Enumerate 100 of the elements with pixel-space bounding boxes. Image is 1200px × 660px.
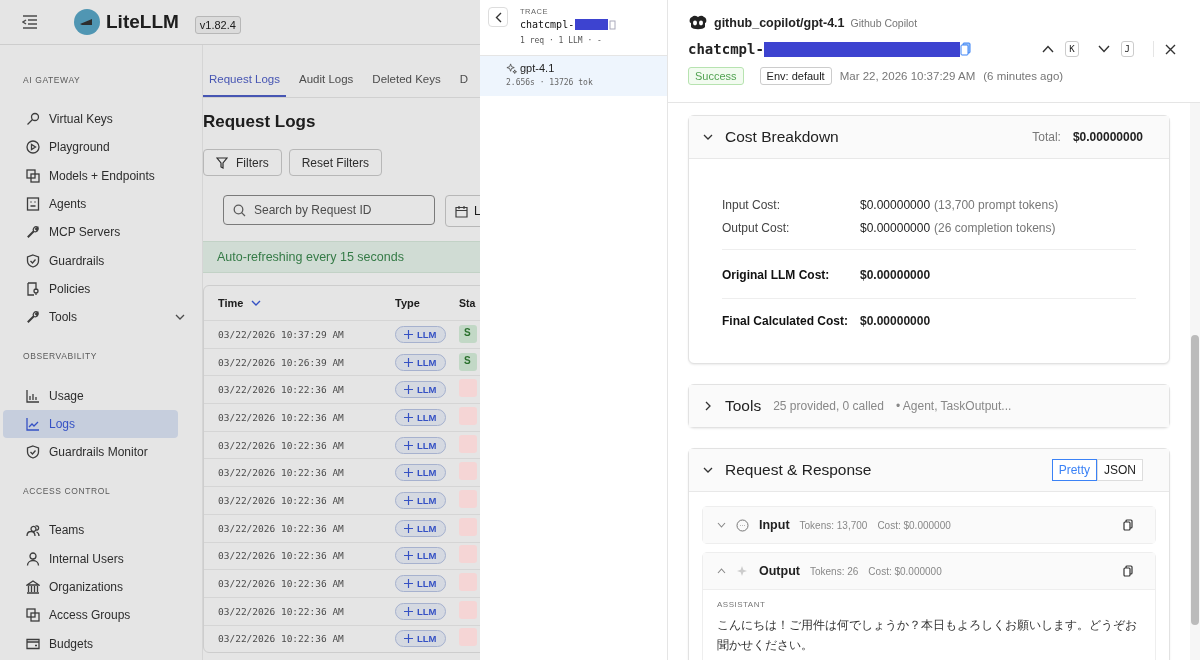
menu-icon[interactable] [22, 15, 38, 29]
column-header[interactable]: Time [204, 297, 395, 309]
type-badge: LLM [395, 381, 446, 399]
view-toggle[interactable]: Pretty [1051, 459, 1097, 481]
message-header[interactable]: Output Tokens: 26 Cost: $0.000000 [703, 553, 1155, 589]
table-cell-text: 03/22/2026 10:22:36 AM [217, 522, 345, 534]
request-id: chatcmpl- [688, 41, 764, 57]
back-button[interactable] [488, 7, 508, 27]
sidebar-item[interactable]: Usage [3, 381, 199, 410]
type-badge: LLM [395, 602, 446, 620]
card-header[interactable]: Cost Breakdown Total: $0.00000000 [689, 116, 1169, 159]
type-badge: LLM [395, 547, 446, 565]
view-toggle[interactable]: JSON [1097, 459, 1143, 481]
sidebar-item[interactable]: Models + Endpoints [3, 161, 199, 190]
redaction-bar [575, 19, 609, 30]
copy-icon[interactable] [1123, 565, 1133, 577]
column-header: Type [395, 297, 421, 309]
tab[interactable]: D [453, 67, 475, 97]
sidebar-item[interactable]: Logs [3, 409, 178, 438]
sidebar-item[interactable]: Guardrails [3, 246, 199, 275]
chat-bubble-icon [736, 518, 749, 532]
total-label: Total: [1032, 130, 1061, 144]
nav-icon [26, 523, 40, 538]
sidebar-item[interactable]: Budgets [3, 629, 199, 658]
trace-summary: 1 req · 1 LLM · - [520, 36, 603, 45]
message-text: こんにちは！ご用件は何でしょうか？本日もよろしくお願いします。どうぞお聞かせください。 [717, 617, 1138, 655]
cost-value: $0.00000000 [860, 314, 931, 328]
token-note: (13,700 prompt tokens) [934, 197, 1059, 212]
token-note: (26 completion tokens) [934, 220, 1056, 235]
status-badge: Success [688, 67, 744, 85]
chevron-down-icon[interactable] [1097, 45, 1110, 53]
message-cost: Cost: $0.000000 [877, 519, 951, 531]
table-cell-text: 03/22/2026 10:22:36 AM [217, 578, 345, 590]
chevron-icon [703, 132, 713, 142]
cost-label: Original LLM Cost: [722, 268, 831, 282]
chevron-icon [717, 522, 726, 528]
span-item[interactable]: gpt-4.1 2.656s · 13726 tok [480, 56, 667, 96]
chevron-icon [703, 465, 713, 475]
copilot-icon [688, 14, 708, 32]
type-badge: LLM [395, 575, 446, 593]
nav-icon [26, 636, 40, 651]
sidebar-item[interactable]: Access Groups [3, 601, 199, 630]
message-cost: Cost: $0.000000 [868, 565, 942, 577]
provider-name: Github Copilot [850, 17, 918, 29]
card-header[interactable]: Tools 25 provided, 0 called • Agent, TaskOutput... [689, 385, 1169, 427]
nav-icon [26, 197, 40, 212]
type-badge: LLM [395, 353, 446, 371]
type-badge: LLM [395, 408, 446, 426]
total-value: $0.00000000 [1072, 130, 1143, 144]
sidebar-item[interactable]: MCP Servers [3, 218, 199, 247]
env-badge: Env: default [759, 67, 832, 85]
refresh-banner: Auto-refreshing every 15 seconds [203, 241, 480, 273]
type-badge: LLM [395, 519, 446, 537]
sidebar-item[interactable]: Tools [3, 303, 199, 332]
copy-icon[interactable] [1123, 519, 1133, 531]
tab[interactable]: Request Logs [203, 67, 286, 97]
sidebar-item[interactable]: Internal Users [3, 544, 199, 573]
status-badge: S [459, 353, 477, 372]
cost-value: $0.00000000 [860, 220, 931, 235]
chevron-icon [703, 401, 713, 411]
section-heading: AI GATEWAY [22, 75, 82, 85]
message-header[interactable]: Input Tokens: 13,700 Cost: $0.000000 [703, 507, 1155, 543]
copy-icon[interactable] [959, 42, 971, 56]
nav-icon [26, 140, 40, 155]
filter-button[interactable]: Filters [203, 149, 282, 176]
sidebar-item[interactable]: Organizations [3, 572, 199, 602]
sidebar-item[interactable]: Guardrails Monitor [3, 437, 199, 467]
filter-icon [216, 156, 228, 169]
table-cell-text: 03/22/2026 10:26:39 AM [217, 356, 345, 368]
filter-button[interactable]: Reset Filters [288, 149, 383, 176]
token-count: Tokens: 26 [809, 565, 859, 577]
sidebar-item[interactable]: Agents [3, 189, 199, 219]
scrollbar[interactable] [1190, 103, 1200, 660]
chevron-icon [717, 568, 726, 574]
sidebar-item[interactable]: Playground [3, 133, 199, 162]
nav-icon [26, 310, 40, 325]
cost-value: $0.00000000 [860, 268, 931, 282]
token-count: Tokens: 13,700 [799, 519, 868, 531]
column-header: Sta [459, 297, 476, 309]
nav-icon [26, 388, 40, 403]
trace-id: chatcmpl- [520, 19, 575, 30]
close-icon[interactable] [1165, 43, 1176, 55]
tab[interactable]: Audit Logs [292, 67, 360, 97]
nav-icon [26, 580, 40, 594]
table-cell-text: 03/22/2026 10:22:36 AM [217, 550, 345, 562]
card-header[interactable]: Request & Response Pretty JSON [689, 449, 1169, 492]
cost-value: $0.00000000 [860, 197, 931, 212]
sidebar-item[interactable]: Teams [3, 516, 199, 545]
sidebar-item[interactable]: Policies [3, 274, 199, 304]
page-title: Request Logs [203, 112, 317, 132]
chevron-left-icon [494, 11, 502, 23]
table-cell-text: 03/22/2026 10:37:29 AM [217, 328, 345, 340]
model-name: github_copilot/gpt-4.1 [714, 16, 845, 30]
chevron-up-icon[interactable] [1042, 45, 1055, 53]
tab[interactable]: Deleted Keys [366, 67, 447, 97]
search-field[interactable]: Search by Request ID [223, 195, 435, 225]
sidebar-item[interactable]: Virtual Keys [3, 105, 199, 134]
status-badge: S [459, 325, 477, 344]
type-badge: LLM [395, 491, 446, 509]
nav-icon [26, 168, 40, 183]
